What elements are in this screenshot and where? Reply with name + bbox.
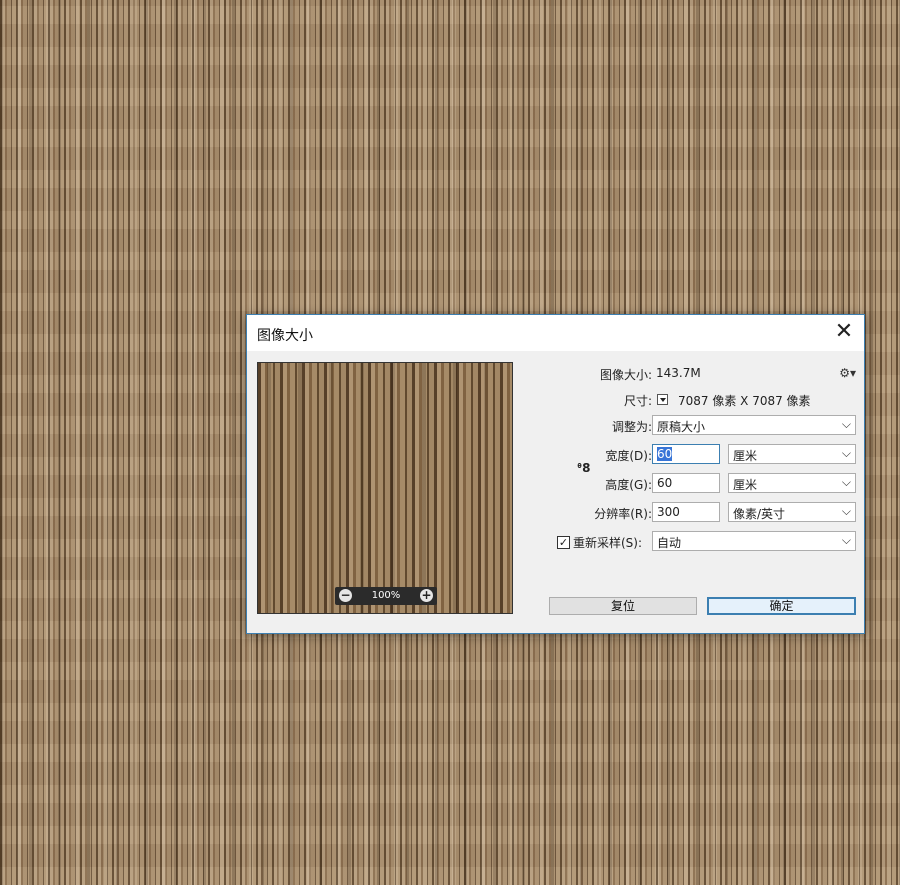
fit-to-value: 原稿大小 — [657, 420, 706, 434]
height-label: 高度(G): — [605, 478, 652, 492]
chevron-down-icon: ⌵ — [841, 475, 851, 489]
width-input[interactable]: 60 — [652, 444, 720, 464]
fit-to-select[interactable]: 原稿大小 ⌵ — [652, 415, 856, 435]
fit-to-label: 调整为: — [611, 420, 652, 434]
width-value: 60 — [657, 447, 673, 461]
resolution-unit-select[interactable]: 像素/英寸 ⌵ — [728, 502, 856, 522]
chevron-down-icon: ⌵ — [841, 504, 851, 518]
dialog-titlebar[interactable]: 图像大小 ✕ — [247, 315, 864, 351]
chevron-down-icon: ⌵ — [841, 417, 851, 431]
close-button[interactable]: ✕ — [830, 320, 858, 346]
chevron-down-icon: ⌵ — [841, 533, 851, 547]
ok-button[interactable]: 确定 — [707, 597, 856, 615]
resample-label: 重新采样(S): — [573, 536, 643, 550]
height-value: 60 — [657, 476, 673, 490]
chevron-down-icon: ⌵ — [841, 446, 851, 460]
dimensions-value: 7087 像素 X 7087 像素 — [678, 394, 811, 408]
zoom-bar: − 100% + — [335, 587, 437, 605]
image-size-value: 143.7M — [656, 366, 701, 380]
image-size-dialog: 图像大小 ✕ − 100% + 图像大小: 143.7M ⚙▾ 尺寸: 7087… — [246, 314, 865, 634]
height-unit-select[interactable]: 厘米 ⌵ — [728, 473, 856, 493]
reset-button[interactable]: 复位 — [549, 597, 697, 615]
resolution-label: 分辨率(R): — [594, 507, 652, 521]
dimensions-unit-dropdown[interactable] — [657, 394, 668, 405]
resample-select[interactable]: 自动 ⌵ — [652, 531, 856, 551]
resolution-input[interactable]: 300 — [652, 502, 720, 522]
resample-checkbox[interactable]: ✓ — [557, 536, 570, 549]
dimensions-label: 尺寸: — [623, 394, 652, 408]
image-size-label: 图像大小: — [599, 368, 652, 382]
dialog-title: 图像大小 — [257, 328, 313, 344]
gear-icon[interactable]: ⚙▾ — [839, 366, 856, 380]
zoom-in-button[interactable]: + — [420, 589, 433, 602]
height-unit: 厘米 — [733, 478, 758, 492]
width-unit: 厘米 — [733, 449, 758, 463]
resolution-value: 300 — [657, 505, 680, 519]
height-input[interactable]: 60 — [652, 473, 720, 493]
resample-value: 自动 — [657, 536, 682, 550]
resolution-unit: 像素/英寸 — [733, 507, 786, 521]
image-preview[interactable]: − 100% + — [257, 362, 513, 614]
width-unit-select[interactable]: 厘米 ⌵ — [728, 444, 856, 464]
width-label: 宽度(D): — [605, 449, 652, 463]
